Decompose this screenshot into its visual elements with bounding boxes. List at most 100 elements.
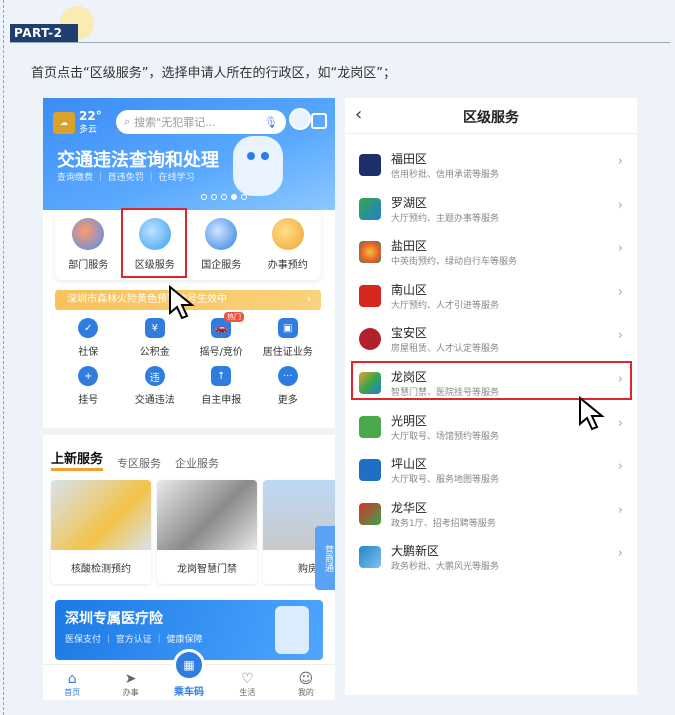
search-input[interactable]: ⌕ 搜索"无犯罪记... 🎙 <box>116 110 286 134</box>
appointment-button[interactable]: 办事预约 <box>255 210 322 280</box>
district-desc: 大厅取号、场馆预约等服务 <box>391 431 500 442</box>
banner-robot-illustration <box>233 136 283 196</box>
guangming-logo-icon <box>359 415 381 438</box>
grid-item-lottery[interactable]: 🚗 热门 摇号/竞价 <box>188 312 255 358</box>
card-image <box>157 480 257 550</box>
pingshan-logo-icon <box>359 459 381 482</box>
nav-label: 办事 <box>122 688 139 697</box>
district-desc: 大厅预约、人才引进等服务 <box>391 300 500 311</box>
tab-zone-services[interactable]: 专区服务 <box>117 455 161 471</box>
house-fund-icon: ¥ <box>144 318 165 338</box>
banner-title: 交通违法查询和处理 <box>57 150 219 171</box>
district-desc: 政务1厅、招考招聘等服务 <box>391 518 496 529</box>
assistant-robot-icon[interactable] <box>289 108 311 130</box>
district-desc: 政务秒批、大鹏风光等服务 <box>391 562 500 573</box>
district-item-futian[interactable]: 福田区 信用秒批、信用承诺等服务 › <box>345 146 637 190</box>
scan-icon[interactable] <box>311 113 327 129</box>
nanshan-logo-icon <box>359 284 381 307</box>
grid-item-registration[interactable]: + 挂号 <box>55 366 122 406</box>
home-screen: ☁ 22° 多云 ⌕ 搜索"无犯罪记... 🎙 交通违法查询和处理 查询缴费 ｜… <box>43 98 335 700</box>
district-name: 罗湖区 <box>391 195 428 210</box>
nav-life[interactable]: ♡ 生活 <box>218 665 276 700</box>
id-card-icon: ▣ <box>277 318 298 338</box>
grid-label: 自主申报 <box>201 395 242 406</box>
card-nucleic-test[interactable]: 核酸检测预约 <box>51 480 151 584</box>
district-item-nanshan[interactable]: 南山区 大厅预约、人才引进等服务 › <box>345 277 637 321</box>
district-item-pingshan[interactable]: 坪山区 大厅取号、服务地图等服务 › <box>345 451 637 495</box>
top-banner[interactable]: ☁ 22° 多云 ⌕ 搜索"无犯罪记... 🎙 交通违法查询和处理 查询缴费 ｜… <box>43 98 335 210</box>
bottom-nav: ⌂ 首页 ➤ 办事 ▦ 乘车码 ♡ 生活 ☺ 我的 <box>43 649 335 700</box>
dept-service-label: 部门服务 <box>68 260 109 271</box>
nav-mine[interactable]: ☺ 我的 <box>277 665 335 700</box>
weather-widget[interactable]: ☁ 22° 多云 <box>53 110 102 135</box>
district-name: 大鹏新区 <box>391 544 440 559</box>
carousel-dot[interactable] <box>211 194 217 200</box>
business-side-tab[interactable]: 营商通 <box>315 526 335 590</box>
part-label: PART-2 <box>10 24 78 42</box>
carousel-dot[interactable] <box>221 194 227 200</box>
chevron-right-icon: › <box>617 197 623 213</box>
district-item-yantian[interactable]: 盐田区 中英街预约、绿动自行车等服务 › <box>345 233 637 277</box>
insurance-title: 深圳专属医疗险 <box>65 611 163 627</box>
tab-enterprise-services[interactable]: 企业服务 <box>175 455 219 471</box>
service-tabs: 上新服务 专区服务 企业服务 <box>51 448 219 471</box>
carousel-dot[interactable] <box>231 194 237 200</box>
futian-logo-icon <box>359 154 381 176</box>
card-smart-access[interactable]: 龙岗智慧门禁 <box>157 480 257 584</box>
banner-subtitle: 查询缴费 ｜ 首违免罚 ｜ 在线学习 <box>57 173 195 183</box>
grid-item-residence-permit[interactable]: ▣ 居住证业务 <box>255 318 322 358</box>
grid-label: 更多 <box>277 395 298 406</box>
weather-icon: ☁ <box>53 111 75 134</box>
section-divider <box>43 428 335 435</box>
service-grid: ✓ 社保 ¥ 公积金 🚗 热门 摇号/竞价 ▣ 居住证业务 + 挂号 违 交通违… <box>55 312 322 414</box>
insurance-subtitle: 医保支付 ｜ 官方认证 ｜ 健康保障 <box>65 635 203 645</box>
grid-label: 交通违法 <box>134 395 175 406</box>
grid-label: 挂号 <box>78 395 99 406</box>
district-item-baoan[interactable]: 宝安区 房屋租赁、人才认定等服务 › <box>345 320 637 364</box>
dept-service-icon <box>72 218 105 250</box>
chevron-right-icon: › <box>617 415 623 431</box>
soe-service-button[interactable]: 国企服务 <box>188 210 255 280</box>
nav-bus-code[interactable]: ▦ 乘车码 <box>160 649 218 700</box>
soe-service-label: 国企服务 <box>201 260 242 271</box>
nav-label: 我的 <box>297 688 314 697</box>
nav-label: 首页 <box>64 688 81 697</box>
grid-item-more[interactable]: ··· 更多 <box>255 366 322 406</box>
district-desc: 中英街预约、绿动自行车等服务 <box>391 257 518 268</box>
yantian-logo-icon <box>359 241 381 264</box>
soe-service-icon <box>205 218 238 250</box>
grid-item-social-security[interactable]: ✓ 社保 <box>55 318 122 358</box>
service-cards: 核酸检测预约 龙岗智慧门禁 购房意 <box>51 480 335 584</box>
carousel-dots[interactable] <box>201 194 247 200</box>
grid-item-housing-fund[interactable]: ¥ 公积金 <box>122 318 189 358</box>
grid-label: 摇号/竞价 <box>199 347 243 358</box>
bus-icon: ▦ <box>173 649 206 681</box>
grid-label: 居住证业务 <box>262 347 313 358</box>
carousel-dot[interactable] <box>241 194 247 200</box>
luohu-logo-icon <box>359 197 381 220</box>
home-icon: ⌂ <box>67 671 77 687</box>
chevron-right-icon: › <box>617 502 623 518</box>
mic-icon[interactable]: 🎙 <box>264 116 278 129</box>
nav-home[interactable]: ⌂ 首页 <box>43 665 101 700</box>
instruction-text: 首页点击“区级服务”，选择申请人所在的行政区，如“龙岗区”； <box>31 66 396 81</box>
dept-service-button[interactable]: 部门服务 <box>55 210 122 280</box>
tab-new-services[interactable]: 上新服务 <box>51 448 104 471</box>
district-item-longhua[interactable]: 龙华区 政务1厅、招考招聘等服务 › <box>345 495 637 539</box>
card-caption: 龙岗智慧门禁 <box>177 564 237 575</box>
left-dashed-border <box>3 0 4 715</box>
notice-text: 深圳市森林火险黄色预警信号生效中 <box>67 294 227 305</box>
district-name: 福田区 <box>391 152 428 166</box>
carousel-dot[interactable] <box>201 194 207 200</box>
grid-item-traffic-violation[interactable]: 违 交通违法 <box>122 366 189 406</box>
search-icon: ⌕ <box>124 115 131 128</box>
robot-eye <box>247 152 255 160</box>
nav-label: 生活 <box>239 688 256 697</box>
dapeng-logo-icon <box>359 546 381 569</box>
nav-affairs[interactable]: ➤ 办事 <box>101 665 159 700</box>
district-item-luohu[interactable]: 罗湖区 大厅预约、主题办事等服务 › <box>345 190 637 234</box>
district-item-dapeng[interactable]: 大鹏新区 政务秒批、大鹏风光等服务 › <box>345 538 637 582</box>
chevron-right-icon: › <box>617 154 623 169</box>
grid-item-self-declare[interactable]: ↑ 自主申报 <box>188 366 255 406</box>
pointer-cursor-icon <box>169 285 195 320</box>
